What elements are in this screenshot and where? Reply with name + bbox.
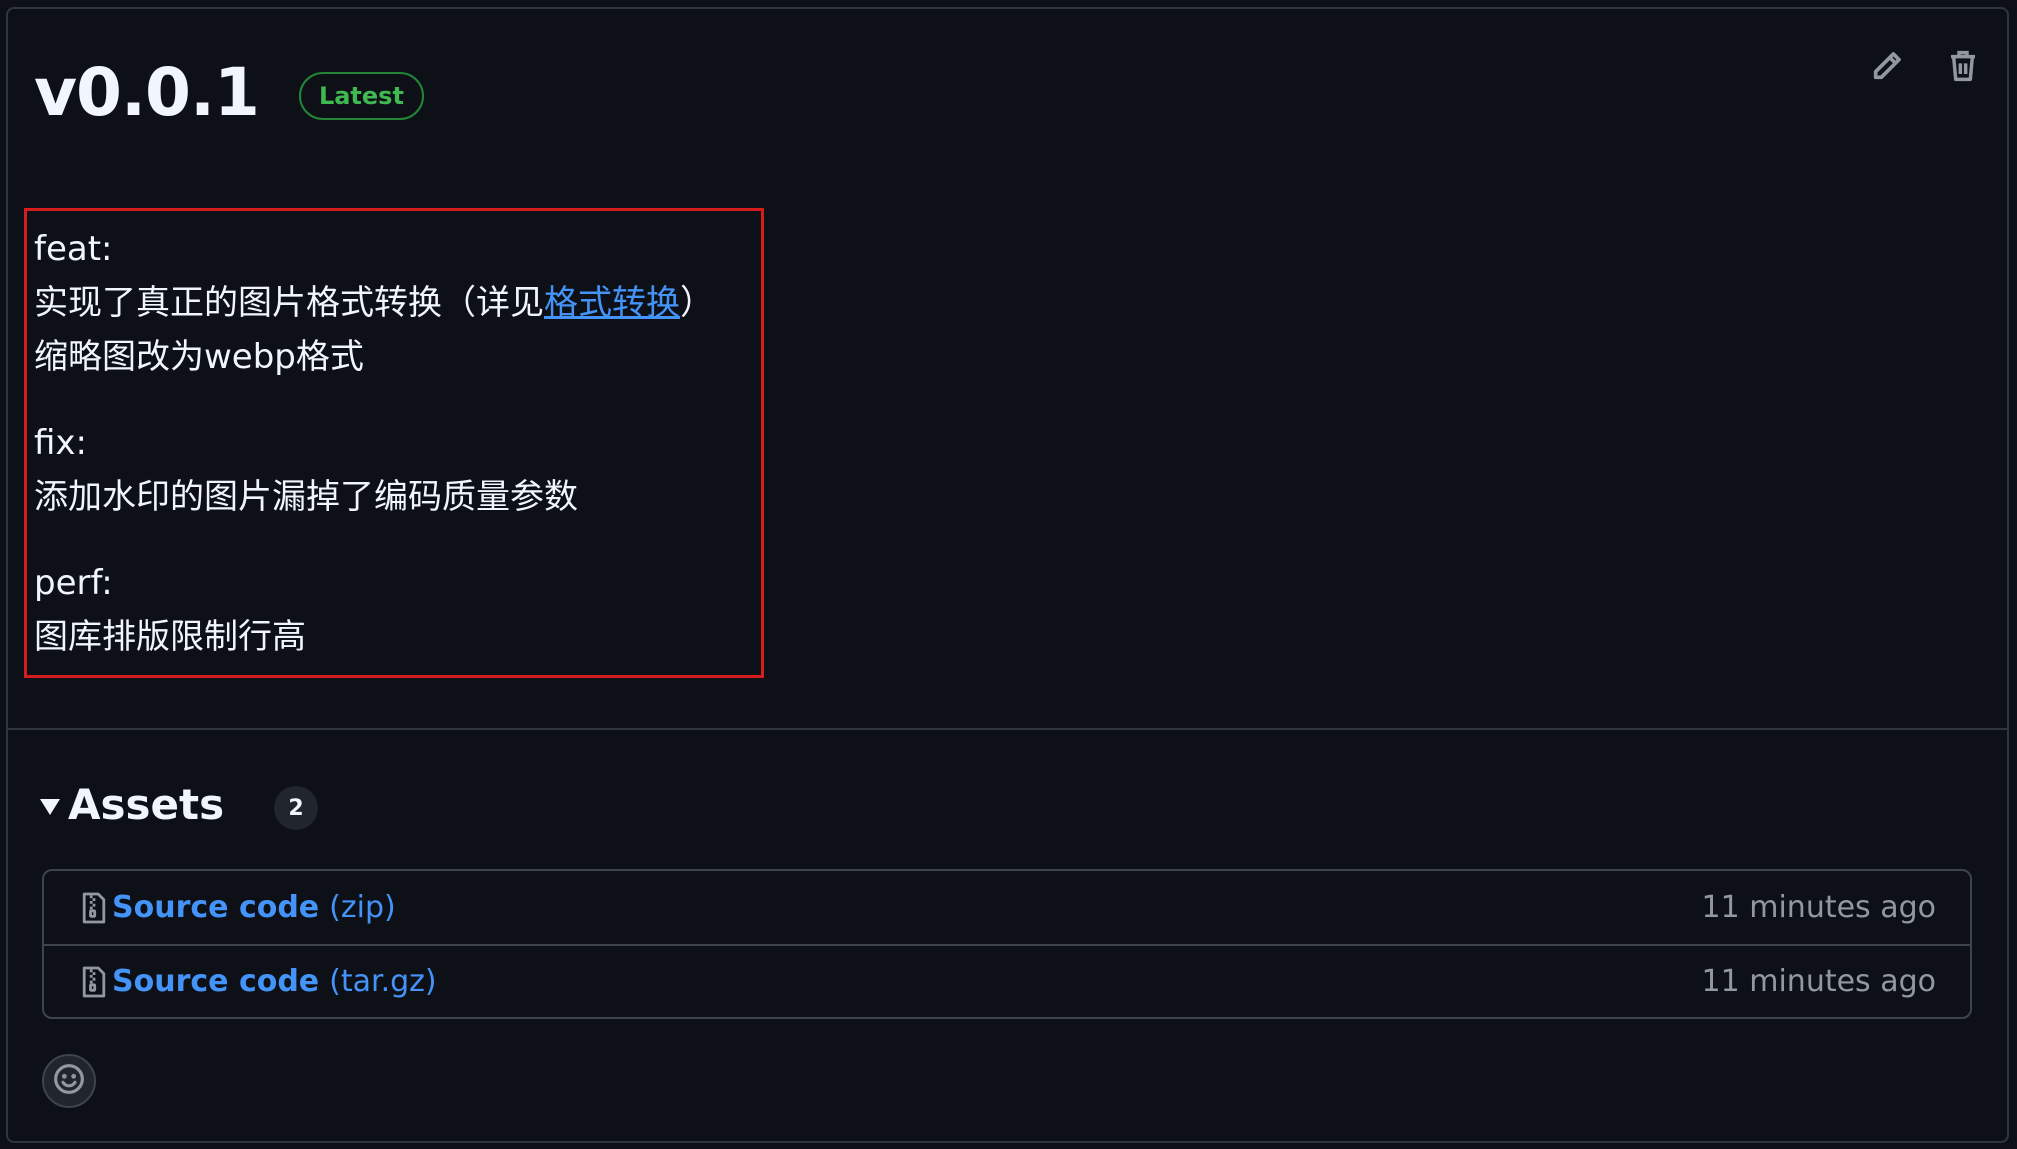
- feat-line-2: 缩略图改为webp格式: [34, 337, 364, 377]
- format-conversion-link[interactable]: 格式转换: [544, 283, 680, 323]
- asset-name: Source code: [112, 964, 320, 999]
- asset-timestamp: 11 minutes ago: [1701, 964, 1936, 999]
- release-title[interactable]: v0.0.1: [34, 60, 260, 126]
- caret-down-icon: [40, 799, 60, 815]
- delete-release-button[interactable]: [1945, 48, 1981, 88]
- pencil-icon: [1870, 49, 1904, 87]
- assets-title: Assets: [68, 779, 225, 829]
- fix-heading: fix:: [34, 423, 87, 463]
- asset-name: Source code: [112, 890, 320, 925]
- add-reaction-button[interactable]: [42, 1054, 96, 1108]
- source-code-targz-link[interactable]: Source code (tar.gz): [112, 964, 437, 999]
- asset-ext: (zip): [329, 890, 396, 925]
- release-header: v0.0.1 Latest: [34, 60, 424, 126]
- feat-line-1: 实现了真正的图片格式转换（详见格式转换）: [34, 276, 714, 330]
- source-code-zip-link[interactable]: Source code (zip): [112, 890, 396, 925]
- latest-badge: Latest: [298, 72, 424, 120]
- smiley-icon: [53, 1063, 85, 1099]
- assets-count-badge: 2: [274, 786, 319, 830]
- file-zip-icon: [80, 891, 108, 925]
- feat-heading: feat:: [34, 229, 113, 269]
- file-zip-icon: [80, 965, 108, 999]
- trash-icon: [1947, 48, 1979, 88]
- perf-line-1: 图库排版限制行高: [34, 617, 306, 657]
- asset-ext: (tar.gz): [329, 964, 437, 999]
- assets-list: Source code (zip) 11 minutes ago Source …: [42, 869, 1972, 1019]
- edit-release-button[interactable]: [1869, 48, 1905, 88]
- assets-toggle[interactable]: Assets 2: [40, 778, 319, 830]
- feat-line-1-prefix: 实现了真正的图片格式转换（详见: [34, 283, 544, 323]
- perf-heading: perf:: [34, 563, 113, 603]
- asset-timestamp: 11 minutes ago: [1701, 890, 1936, 925]
- release-notes: feat: 实现了真正的图片格式转换（详见格式转换） 缩略图改为webp格式 f…: [34, 222, 714, 664]
- feat-line-1-suffix: ）: [680, 283, 714, 323]
- section-divider: [6, 728, 2009, 730]
- release-actions: [1869, 48, 1981, 88]
- asset-row: Source code (tar.gz) 11 minutes ago: [44, 944, 1970, 1017]
- asset-row: Source code (zip) 11 minutes ago: [44, 871, 1970, 944]
- fix-line-1: 添加水印的图片漏掉了编码质量参数: [34, 477, 578, 517]
